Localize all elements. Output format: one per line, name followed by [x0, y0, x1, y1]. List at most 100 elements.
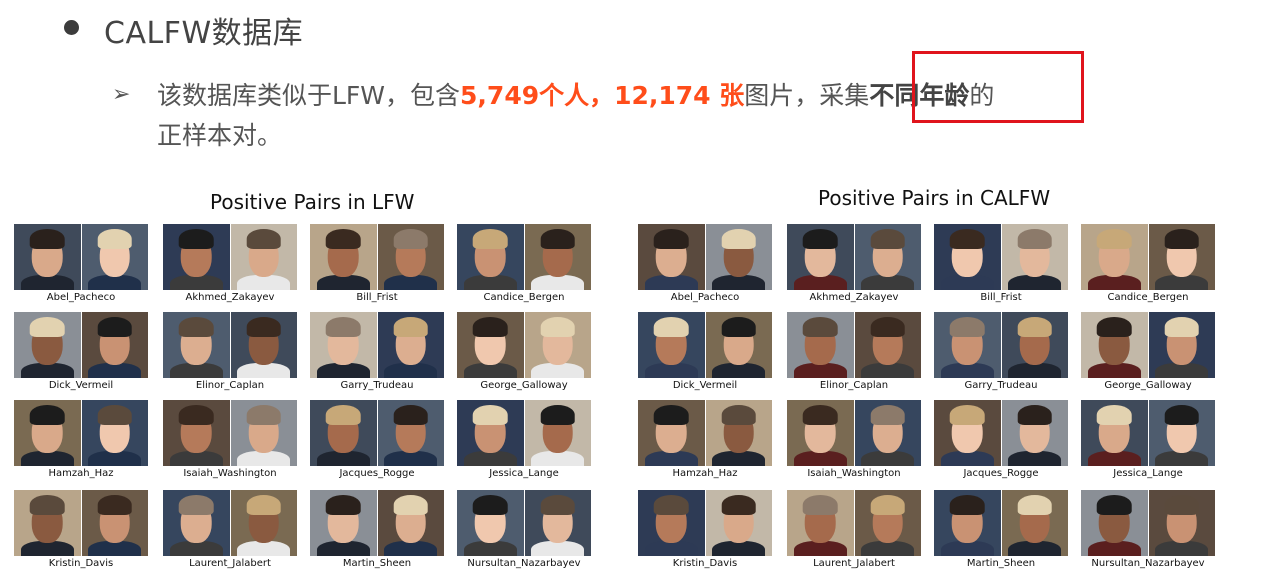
- face-shoulders: [88, 451, 142, 466]
- face-hair: [540, 405, 576, 426]
- face-shoulders: [644, 451, 698, 466]
- face-hair: [97, 405, 133, 426]
- face-photo: [310, 224, 378, 290]
- person-name-label: Candice_Bergen: [483, 292, 565, 303]
- face-pair-card: Nursultan_Nazarbayev: [457, 490, 591, 574]
- face-photo: [14, 490, 82, 556]
- face-photo: [854, 400, 921, 466]
- face-shoulders: [463, 451, 517, 466]
- face-hair: [246, 317, 282, 338]
- face-photo-pair: [1081, 224, 1215, 290]
- face-photo: [14, 224, 82, 290]
- face-hair: [1164, 495, 1200, 516]
- face-photo: [934, 490, 1002, 556]
- face-pair-card: Jacques_Rogge: [310, 400, 444, 484]
- face-shoulders: [463, 275, 517, 290]
- face-photo-pair: [934, 312, 1068, 378]
- face-hair: [97, 495, 133, 516]
- face-photo: [1148, 312, 1215, 378]
- face-shoulders: [1008, 541, 1062, 556]
- face-hair: [1096, 495, 1132, 516]
- face-shoulders: [793, 451, 847, 466]
- face-photo: [1001, 490, 1068, 556]
- face-hair: [1164, 405, 1200, 426]
- face-hair: [246, 405, 282, 426]
- face-photo: [163, 312, 231, 378]
- face-photo-pair: [638, 400, 772, 466]
- panel-title-calfw: Positive Pairs in CALFW: [818, 186, 1051, 210]
- person-name-label: Elinor_Caplan: [819, 380, 889, 391]
- face-shoulders: [861, 363, 915, 378]
- face-pair-card: Akhmed_Zakayev: [163, 224, 297, 308]
- face-photo: [638, 400, 706, 466]
- face-photo-pair: [1081, 400, 1215, 466]
- face-shoulders: [861, 541, 915, 556]
- face-shoulders: [1087, 541, 1141, 556]
- face-shoulders: [20, 451, 74, 466]
- face-hair: [721, 405, 757, 426]
- person-name-label: Akhmed_Zakayev: [185, 292, 275, 303]
- face-shoulders: [712, 363, 766, 378]
- face-photo: [457, 224, 525, 290]
- face-shoulders: [1087, 275, 1141, 290]
- face-shoulders: [237, 275, 291, 290]
- face-pair-card: Akhmed_Zakayev: [787, 224, 921, 308]
- face-hair: [393, 317, 429, 338]
- face-photo: [163, 224, 231, 290]
- person-name-label: Nursultan_Nazarbayev: [1091, 558, 1205, 569]
- face-hair: [870, 229, 906, 250]
- face-photo: [310, 490, 378, 556]
- face-pair-card: Abel_Pacheco: [14, 224, 148, 308]
- face-pair-card: Laurent_Jalabert: [787, 490, 921, 574]
- face-shoulders: [940, 541, 994, 556]
- face-photo: [705, 490, 772, 556]
- face-shoulders: [1008, 363, 1062, 378]
- desc-images: 12,174 张: [614, 81, 745, 110]
- face-hair: [949, 229, 985, 250]
- person-name-label: Nursultan_Nazarbayev: [467, 558, 581, 569]
- face-pair-card: Hamzah_Haz: [14, 400, 148, 484]
- face-shoulders: [88, 275, 142, 290]
- face-shoulders: [88, 363, 142, 378]
- face-shoulders: [644, 363, 698, 378]
- face-shoulders: [940, 363, 994, 378]
- face-photo-pair: [310, 400, 444, 466]
- face-hair: [802, 405, 838, 426]
- face-shoulders: [1155, 275, 1209, 290]
- face-photo: [787, 224, 855, 290]
- face-photo: [14, 312, 82, 378]
- desc-line2: 正样本对。: [157, 121, 283, 150]
- face-pair-card: Hamzah_Haz: [638, 400, 772, 484]
- face-pair-card: George_Galloway: [457, 312, 591, 396]
- face-pair-card: Kristin_Davis: [638, 490, 772, 574]
- face-photo: [163, 490, 231, 556]
- face-hair: [540, 317, 576, 338]
- face-photo: [81, 490, 148, 556]
- face-photo-pair: [310, 224, 444, 290]
- face-hair: [653, 229, 689, 250]
- face-photo: [1001, 224, 1068, 290]
- face-photo: [163, 400, 231, 466]
- face-photo-pair: [934, 490, 1068, 556]
- face-shoulders: [531, 363, 585, 378]
- person-name-label: Garry_Trudeau: [964, 380, 1038, 391]
- person-name-label: Candice_Bergen: [1107, 292, 1189, 303]
- face-photo: [377, 490, 444, 556]
- face-shoulders: [861, 275, 915, 290]
- face-photo: [1081, 400, 1149, 466]
- person-name-label: Hamzah_Haz: [48, 468, 114, 479]
- bullet-dot: [64, 20, 79, 35]
- face-hair: [1164, 317, 1200, 338]
- face-hair: [1164, 229, 1200, 250]
- face-pair-card: Garry_Trudeau: [310, 312, 444, 396]
- face-hair: [325, 317, 361, 338]
- person-name-label: Bill_Frist: [356, 292, 398, 303]
- face-hair: [1017, 495, 1053, 516]
- face-hair: [325, 495, 361, 516]
- face-photo: [854, 224, 921, 290]
- face-photo: [310, 312, 378, 378]
- face-hair: [870, 317, 906, 338]
- face-hair: [870, 405, 906, 426]
- face-shoulders: [861, 451, 915, 466]
- face-hair: [393, 495, 429, 516]
